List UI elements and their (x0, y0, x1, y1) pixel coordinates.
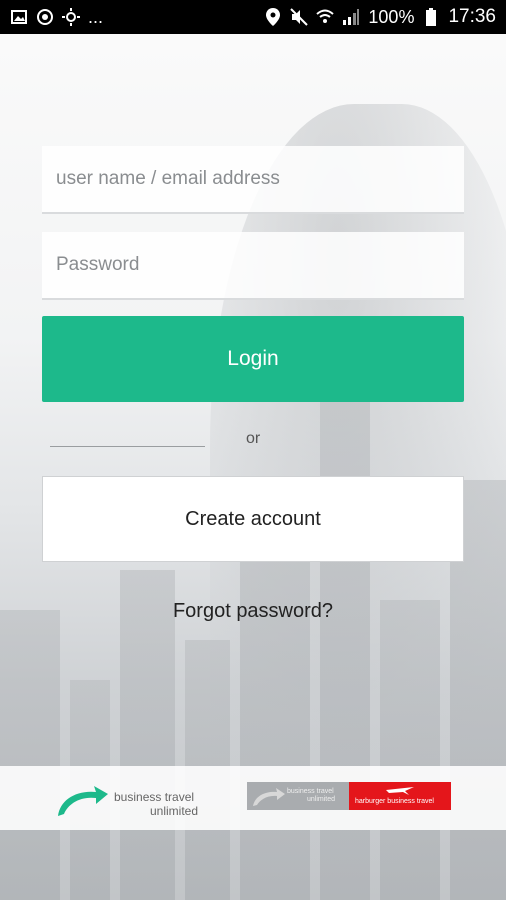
more-notifications: ... (88, 6, 104, 27)
status-bar: ... 100% 17:36 (0, 0, 506, 34)
password-field[interactable] (42, 232, 464, 300)
brand-line2: unlimited (150, 804, 199, 818)
partner-grey-panel: business travel unlimited (247, 782, 349, 810)
create-account-button[interactable]: Create account (42, 476, 464, 562)
or-label: or (246, 430, 261, 447)
target-icon (36, 8, 54, 26)
clock: 17:36 (448, 6, 496, 27)
wifi-icon (316, 8, 335, 26)
partner-line1: business travel (287, 788, 334, 795)
plane-icon (386, 787, 414, 795)
brand-line1: business travel (114, 790, 195, 804)
swoosh-arrow-icon (58, 786, 108, 816)
footer-logos: business travel unlimited business trave… (0, 766, 506, 830)
brightness-icon (62, 8, 80, 26)
image-icon (10, 8, 28, 26)
business-travel-unlimited-logo: business travel unlimited (54, 774, 214, 824)
signal-icon (342, 8, 360, 26)
location-icon (264, 8, 282, 26)
battery-percentage: 100% (368, 6, 415, 27)
building (0, 610, 60, 900)
partner-red-panel: harburger business travel (349, 782, 451, 810)
partner-name: harburger business travel (355, 798, 434, 805)
username-input[interactable] (54, 167, 464, 191)
or-divider: or (50, 420, 460, 460)
mute-icon (290, 8, 309, 26)
partner-line2: unlimited (307, 796, 336, 803)
swoosh-arrow-icon (253, 788, 285, 806)
username-field[interactable] (42, 146, 464, 214)
building (380, 600, 440, 900)
forgot-password-link[interactable]: Forgot password? (0, 600, 506, 623)
divider-line (50, 446, 205, 447)
password-input[interactable] (54, 253, 464, 277)
partner-logo: business travel unlimited harburger busi… (247, 782, 451, 812)
battery-icon (422, 8, 440, 26)
login-button[interactable]: Login (42, 316, 464, 402)
